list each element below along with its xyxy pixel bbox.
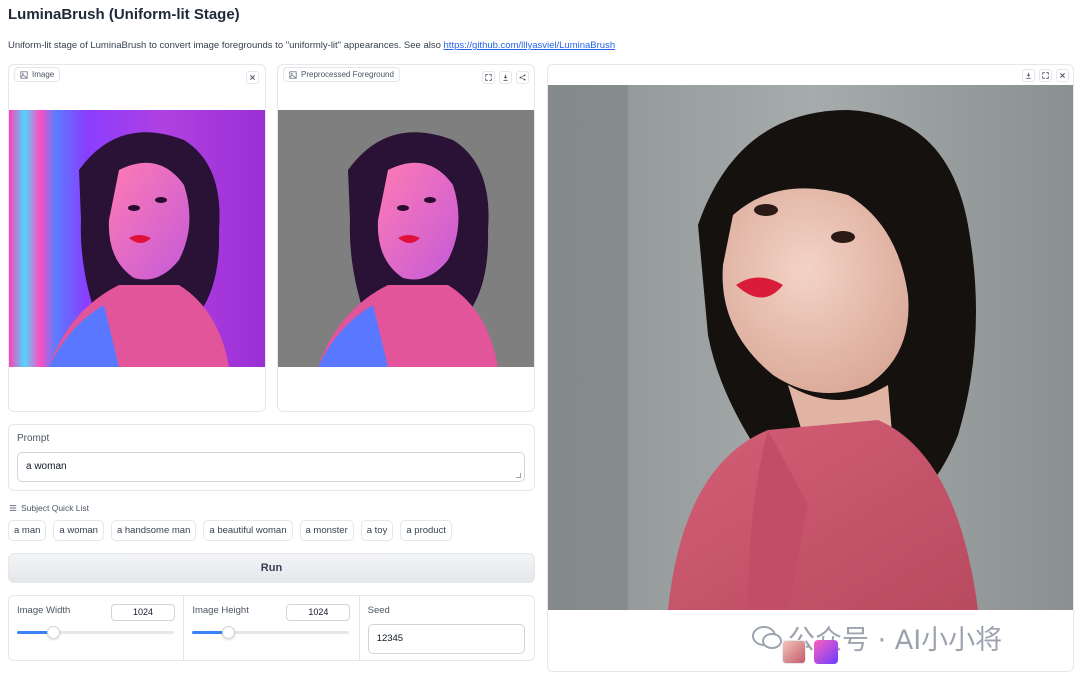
chip-a-product[interactable]: a product <box>400 520 452 541</box>
share-button[interactable] <box>516 71 529 84</box>
seed-setting: Seed 12345 <box>360 596 534 660</box>
input-image-label-text: Image <box>32 70 55 79</box>
seed-input[interactable]: 12345 <box>367 624 525 654</box>
github-link[interactable]: https://github.com/lllyasviel/LuminaBrus… <box>444 40 616 51</box>
preprocessed-photo <box>278 110 534 367</box>
thumbnail-2[interactable] <box>814 640 838 664</box>
image-height-label: Image Height <box>192 605 249 616</box>
thumbnail-1[interactable] <box>782 640 806 664</box>
run-button[interactable]: Run <box>8 553 535 583</box>
image-width-label: Image Width <box>17 605 71 616</box>
close-icon <box>1060 73 1065 78</box>
output-photo-art <box>548 85 1073 610</box>
seed-label: Seed <box>367 605 390 616</box>
preprocessed-photo-art <box>278 110 534 367</box>
quick-list-label-text: Subject Quick List <box>21 503 90 513</box>
preprocessed-label-text: Preprocessed Foreground <box>301 70 394 79</box>
app-description: Uniform-lit stage of LuminaBrush to conv… <box>8 40 615 51</box>
image-width-slider-thumb[interactable] <box>47 626 61 639</box>
fullscreen-icon <box>485 74 492 81</box>
description-text: Uniform-lit stage of LuminaBrush to conv… <box>8 40 444 51</box>
prompt-label: Prompt <box>17 433 50 444</box>
image-width-input[interactable]: 1024 <box>111 604 175 621</box>
download-icon <box>1026 72 1031 79</box>
output-photo <box>548 85 1073 610</box>
output-fullscreen-button[interactable] <box>1039 69 1052 82</box>
chip-a-handsome-man[interactable]: a handsome man <box>110 520 197 541</box>
quick-list-chips: a man a woman a handsome man a beautiful… <box>8 520 452 541</box>
input-photo[interactable] <box>9 110 265 367</box>
chip-a-monster[interactable]: a monster <box>299 520 354 541</box>
resize-handle[interactable] <box>516 473 521 478</box>
download-button[interactable] <box>499 71 512 84</box>
settings-row: Image Width 1024 Image Height 1024 Seed … <box>8 595 535 661</box>
chip-a-beautiful-woman[interactable]: a beautiful woman <box>203 520 293 541</box>
image-width-slider[interactable] <box>17 626 174 639</box>
fullscreen-icon <box>1042 72 1049 79</box>
list-icon <box>9 505 17 511</box>
share-icon <box>519 74 526 81</box>
image-height-input[interactable]: 1024 <box>286 604 351 621</box>
image-height-setting: Image Height 1024 <box>184 596 360 660</box>
wechat-icon <box>752 625 782 649</box>
image-icon <box>20 70 28 79</box>
input-image-label: Image <box>14 67 61 82</box>
input-photo-art <box>9 110 265 367</box>
prompt-value: a woman <box>26 461 67 472</box>
output-download-button[interactable] <box>1022 69 1035 82</box>
image-height-slider-thumb[interactable] <box>222 626 236 639</box>
output-panel <box>547 64 1074 672</box>
close-icon <box>250 75 255 80</box>
clear-image-button[interactable] <box>246 71 259 84</box>
prompt-input[interactable]: a woman <box>17 452 525 482</box>
image-width-setting: Image Width 1024 <box>9 596 185 660</box>
chip-a-man[interactable]: a man <box>8 520 47 541</box>
download-icon <box>503 74 508 81</box>
chip-a-toy[interactable]: a toy <box>360 520 394 541</box>
chip-a-woman[interactable]: a woman <box>53 520 104 541</box>
output-close-button[interactable] <box>1056 69 1069 82</box>
input-image-panel[interactable]: Image <box>8 64 266 412</box>
image-height-slider[interactable] <box>192 626 350 639</box>
fullscreen-button[interactable] <box>482 71 495 84</box>
image-icon <box>289 70 297 79</box>
quick-list-label: Subject Quick List <box>9 503 89 513</box>
app-title: LuminaBrush (Uniform-lit Stage) <box>8 6 240 23</box>
preprocessed-label: Preprocessed Foreground <box>283 67 400 82</box>
preprocessed-panel: Preprocessed Foreground <box>277 64 535 412</box>
